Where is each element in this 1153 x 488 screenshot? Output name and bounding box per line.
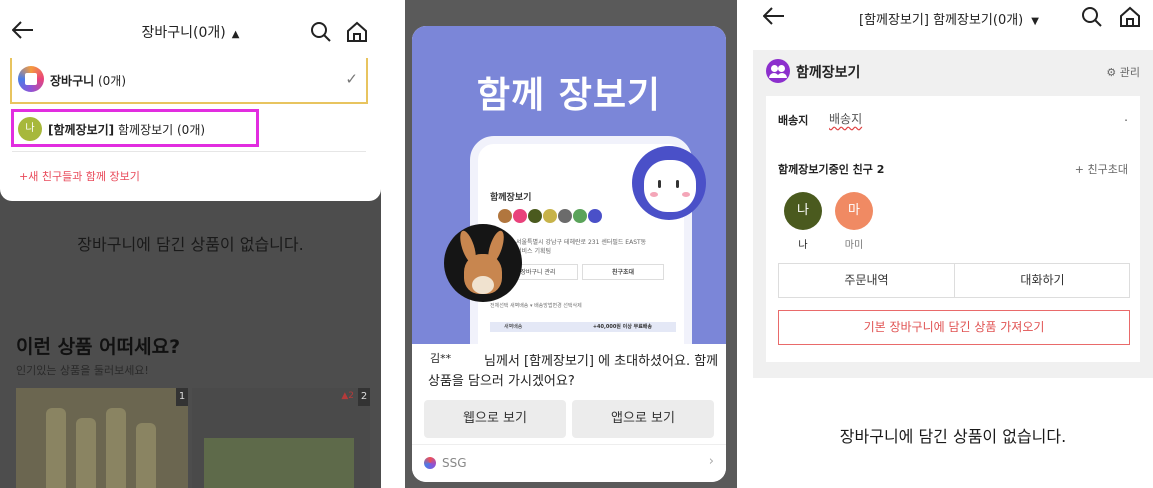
import-cart-button[interactable]: 기본 장바구니에 담긴 상품 가져오기 [778, 310, 1130, 345]
header-bar: 장바구니(0개) ▲ [0, 0, 381, 60]
cart-dropdown-screen: 장바구니(0개) ▲ 장바구니 (0개) ✓ 나 [함께장보기] 함께장보기 (0… [0, 0, 381, 488]
avatar: 나 [784, 192, 822, 230]
rank-change: ▲2 [341, 391, 354, 401]
group-people-icon [766, 59, 790, 83]
ssg-logo-icon [424, 457, 436, 469]
promo-banner: 함께 장보기 함께장보기 서울특별시 강남구 테헤란로 231 센터필드 EAS… [412, 26, 726, 376]
chevron-right-icon: › [708, 454, 714, 469]
header-title: [함께장보기] 함께장보기(0개) [859, 13, 1024, 28]
invite-screen: 함께 장보기 함께장보기 서울특별시 강남구 테헤란로 231 센터필드 EAS… [405, 0, 737, 488]
chat-button[interactable]: 대화하기 [954, 264, 1130, 297]
group-title: 함께장보기 [796, 65, 861, 81]
cart-selector[interactable]: [함께장보기] 함께장보기(0개) ▼ [859, 9, 1039, 28]
search-icon[interactable] [1082, 7, 1102, 27]
cart-option-label: 장바구니 (0개) [50, 74, 127, 88]
friend-item[interactable]: 나 나 [783, 192, 823, 251]
shipping-address[interactable]: 배송지 [829, 110, 862, 127]
friend-item[interactable]: 마 마미 [834, 192, 874, 251]
shipping-more: . [1124, 110, 1128, 124]
avatar: 마 [835, 192, 873, 230]
rank-badge: 2 [358, 388, 370, 406]
invite-message: 님께서 [함께장보기] 에 초대하셨어요. 함께 상품을 담으러 가시겠어요? [428, 354, 719, 389]
group-card: 배송지 배송지 . 함께장보기중인 친구 2 + 친구초대 나 나 마 마미 주… [766, 96, 1140, 362]
recommend-subtitle: 인기있는 상품을 둘러보세요! [16, 364, 149, 377]
mock-avatars [498, 208, 603, 227]
rank-badge: 1 [176, 388, 188, 406]
dog-character-icon [632, 146, 706, 220]
mock-bar: 새벽배송 +40,000원 이상 무료배송 [490, 322, 676, 332]
home-icon[interactable] [1119, 6, 1141, 28]
mock-row: 전체선택 새벽배송 ▾ 배송방법변경 선택삭제 [490, 303, 582, 309]
friends-title: 함께장보기중인 친구 2 [778, 163, 885, 176]
empty-cart-message: 장바구니에 담긴 상품이 없습니다. [839, 427, 1067, 446]
product-card[interactable]: ▲2 2 [192, 388, 370, 488]
product-image [136, 423, 156, 488]
caret-down-icon: ▼ [1031, 16, 1039, 27]
new-group-link[interactable]: +새 친구들과 함께 장보기 [19, 168, 140, 184]
view-web-button[interactable]: 웹으로 보기 [424, 400, 566, 438]
back-arrow-icon[interactable] [763, 7, 785, 25]
group-option-label: [함께장보기] 함께장보기 (0개) [48, 123, 206, 137]
invite-friend-button[interactable]: + 친구초대 [1075, 161, 1128, 177]
group-cart-screen: [함께장보기] 함께장보기(0개) ▼ 함께장보기 ⚙ 관리 배송지 배송지 . … [753, 0, 1153, 488]
product-image [46, 408, 66, 488]
promo-title: 함께 장보기 [476, 75, 662, 116]
product-image [76, 418, 96, 488]
product-card[interactable]: 1 [16, 388, 188, 488]
divider [12, 151, 366, 152]
product-image [106, 408, 126, 488]
mock-buttons: 장바구니 관리 친구초대 [498, 264, 664, 280]
home-icon[interactable] [346, 21, 368, 43]
manage-button[interactable]: ⚙ 관리 [1106, 64, 1140, 80]
shipping-label: 배송지 [778, 114, 809, 127]
header-title: 장바구니(0개) [141, 25, 226, 41]
friend-name: 나 [798, 240, 808, 251]
action-tabs: 주문내역 대화하기 [778, 263, 1130, 298]
recommend-title: 이런 상품 어떠세요? [16, 336, 181, 358]
caret-up-icon: ▲ [231, 29, 240, 40]
search-icon[interactable] [311, 22, 331, 42]
brand-row[interactable]: SSG › [412, 444, 726, 482]
cart-option-group[interactable]: 나 [함께장보기] 함께장보기 (0개) [11, 109, 259, 147]
brand-name: SSG [442, 456, 467, 470]
basket-icon [18, 66, 44, 92]
empty-cart-message: 장바구니에 담긴 상품이 없습니다. [77, 235, 304, 254]
invite-card: 함께 장보기 함께장보기 서울특별시 강남구 테헤란로 231 센터필드 EAS… [412, 26, 726, 482]
avatar: 나 [18, 117, 42, 141]
friend-name: 마미 [844, 240, 864, 251]
mock-title: 함께장보기 [490, 193, 532, 203]
order-history-button[interactable]: 주문내역 [779, 264, 954, 297]
cart-option-basic[interactable]: 장바구니 (0개) ✓ [10, 58, 368, 104]
mock-address: 서울특별시 강남구 테헤란로 231 센터필드 EAST동 서비스 기획팀 [516, 239, 647, 255]
view-app-button[interactable]: 앱으로 보기 [572, 400, 714, 438]
check-icon: ✓ [345, 70, 358, 88]
fox-character-icon [444, 224, 522, 302]
product-image [204, 438, 354, 488]
invite-sheet: 김** 님께서 [함께장보기] 에 초대하셨어요. 함께 상품을 담으러 가시겠… [412, 344, 726, 482]
cart-dropdown: 장바구니 (0개) ✓ 나 [함께장보기] 함께장보기 (0개) +새 친구들과… [0, 58, 381, 201]
